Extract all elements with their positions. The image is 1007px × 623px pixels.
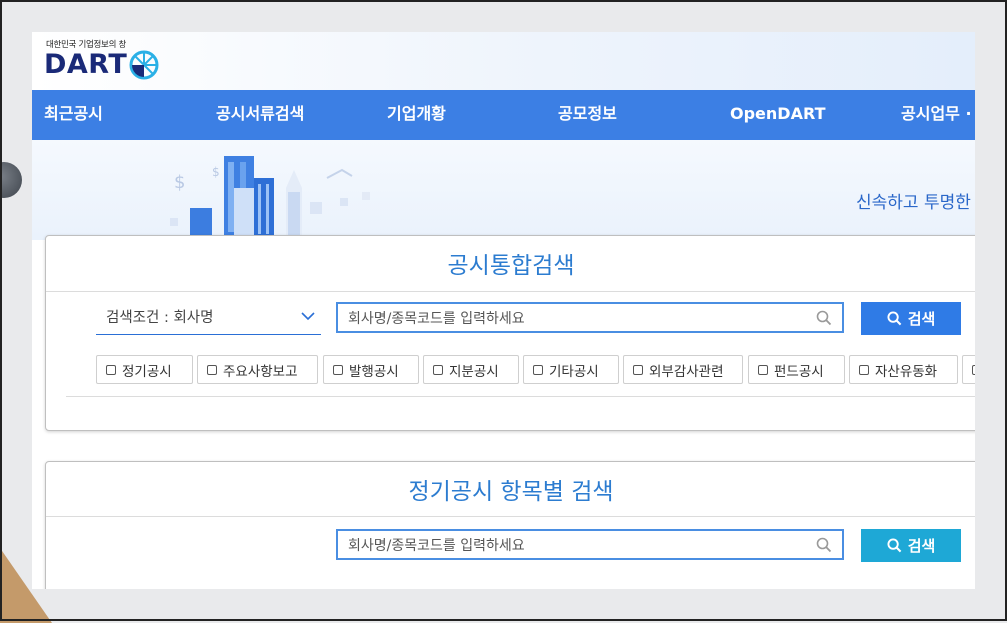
header: 대한민국 기업정보의 창 DART [32,32,975,90]
checkbox[interactable] [859,364,869,375]
company-search-field[interactable] [336,302,844,333]
main-nav: 최근공시 공시서류검색 기업개황 공모정보 OpenDART 공시업무 · [32,90,975,140]
filter-label: 자산유동화 [875,363,938,380]
nav-item-company-overview[interactable]: 기업개황 [387,90,446,140]
checkbox[interactable] [533,364,543,375]
divider [66,396,975,397]
integrated-search-title: 공시통합검색 [447,253,575,279]
filter-equity[interactable]: 지분공시 [423,355,519,384]
filter-label: 기타공시 [549,363,599,380]
filter-label: 정기공시 [122,363,172,380]
filter-major-report[interactable]: 주요사항보고 [197,355,318,384]
search-condition-label: 검색조건 : 회사명 [106,310,214,326]
svg-text:$: $ [212,165,220,179]
search-icon [816,537,832,553]
search-icon [816,310,832,326]
filter-label: 외부감사관련 [649,363,724,380]
nav-item-document-search[interactable]: 공시서류검색 [216,90,304,140]
checkbox[interactable] [106,364,116,375]
search-condition-select[interactable]: 검색조건 : 회사명 [96,302,321,335]
integrated-search-card: 공시통합검색 검색조건 : 회사명 검색 정기공시 [45,235,975,431]
background-object [0,162,22,198]
filter-fund[interactable]: 펀드공시 [748,355,845,384]
checkbox[interactable] [972,364,975,375]
svg-text:$: $ [174,172,185,193]
hero-slogan: 신속하고 투명한 [856,193,971,213]
checkbox[interactable] [333,364,343,375]
filter-asset-securitization[interactable]: 자산유동화 [849,355,958,384]
search-button-label: 검색 [907,310,936,328]
hero-banner: $ $ 신속하고 투명한 [32,140,975,240]
search-icon [887,311,902,326]
filter-label: 펀드공시 [774,363,824,380]
company-search-input[interactable] [346,304,810,333]
checkbox[interactable] [633,364,643,375]
filter-label: 발행공시 [349,363,399,380]
nav-item-opendart[interactable]: OpenDART [730,90,825,140]
search-button-label: 검색 [907,537,936,555]
filter-external-audit[interactable]: 외부감사관련 [623,355,743,384]
nav-item-disclosure-work[interactable]: 공시업무 · [901,90,972,140]
chevron-down-icon [301,312,315,321]
divider [46,291,975,292]
filter-more[interactable] [962,355,975,384]
search-icon [887,538,902,553]
periodic-search-button[interactable]: 검색 [861,529,961,562]
company-search-field[interactable] [336,529,844,560]
company-search-input[interactable] [346,531,810,560]
filter-other[interactable]: 기타공시 [523,355,619,384]
dart-logo[interactable]: 대한민국 기업정보의 창 DART [44,38,159,80]
integrated-search-button[interactable]: 검색 [861,302,961,335]
logo-sun-icon [129,50,159,80]
filter-periodic[interactable]: 정기공시 [96,355,193,384]
checkbox[interactable] [758,364,768,375]
city-buildings-illustration: $ $ [170,156,370,240]
browser-page: 대한민국 기업정보의 창 DART 최근공시 공시서류검색 기업개황 공모정보 … [32,32,975,589]
divider [46,516,975,517]
nav-item-recent-disclosure[interactable]: 최근공시 [44,90,103,140]
checkbox[interactable] [433,364,443,375]
filter-issuance[interactable]: 발행공시 [323,355,419,384]
periodic-search-title: 정기공시 항목별 검색 [408,479,614,505]
filter-label: 지분공시 [449,363,499,380]
periodic-item-search-card: 정기공시 항목별 검색 검색 [45,461,975,589]
checkbox[interactable] [207,364,217,375]
logo-wordmark: DART [44,49,128,80]
nav-item-offering-info[interactable]: 공모정보 [558,90,617,140]
filter-label: 주요사항보고 [223,363,298,380]
